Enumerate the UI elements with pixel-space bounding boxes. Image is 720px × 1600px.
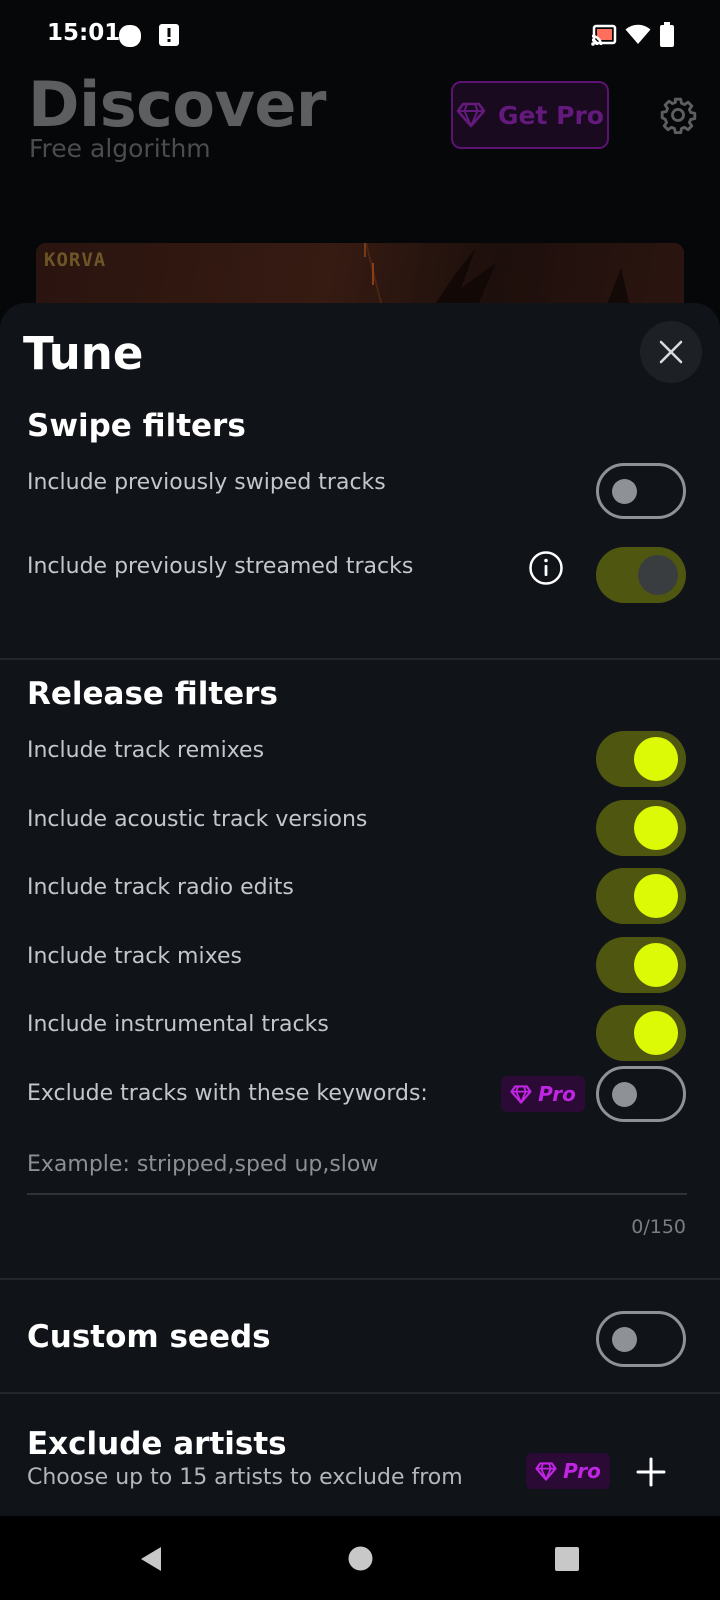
diamond-icon: [456, 102, 486, 128]
streamed-tracks-toggle[interactable]: [596, 547, 686, 603]
keywords-toggle[interactable]: [596, 1066, 686, 1122]
tune-sheet: Tune Swipe filters Include previously sw…: [0, 303, 720, 1517]
pro-badge: Pro: [526, 1453, 610, 1489]
instrumental-toggle[interactable]: [596, 1005, 686, 1061]
page-title: Discover: [28, 68, 327, 141]
radio-edits-label: Include track radio edits: [27, 875, 294, 900]
remixes-label: Include track remixes: [27, 738, 265, 763]
acoustic-toggle[interactable]: [596, 800, 686, 856]
keywords-input[interactable]: [27, 1135, 687, 1195]
info-icon[interactable]: [528, 550, 564, 586]
char-counter: 0/150: [631, 1216, 686, 1238]
exclude-artists-description: Choose up to 15 artists to exclude from: [27, 1465, 463, 1490]
exclude-artists-title: Exclude artists: [27, 1426, 287, 1462]
section-divider: [0, 1278, 720, 1280]
acoustic-label: Include acoustic track versions: [27, 807, 368, 832]
status-bar: 15:01: [0, 0, 720, 70]
pro-badge-label: Pro: [563, 1459, 601, 1483]
instrumental-label: Include instrumental tracks: [27, 1012, 329, 1037]
diamond-icon: [535, 1461, 557, 1481]
swiped-tracks-toggle[interactable]: [596, 463, 686, 519]
swipe-filters-title: Swipe filters: [27, 408, 246, 444]
close-button[interactable]: [640, 321, 702, 383]
screen: 15:01 Discover Free algorithm Get Pro KO…: [0, 0, 720, 1600]
back-icon[interactable]: [136, 1544, 166, 1574]
status-time: 15:01: [47, 20, 121, 46]
toggle-knob: [638, 555, 678, 595]
pro-badge: Pro: [501, 1076, 585, 1112]
custom-seeds-title: Custom seeds: [27, 1319, 271, 1355]
pro-badge-label: Pro: [538, 1082, 576, 1106]
add-icon[interactable]: [634, 1455, 668, 1489]
home-icon[interactable]: [347, 1545, 374, 1572]
custom-seeds-toggle[interactable]: [596, 1311, 686, 1367]
recents-icon[interactable]: [554, 1546, 580, 1572]
section-divider: [0, 1392, 720, 1394]
battery-icon: [660, 22, 674, 47]
diamond-icon: [510, 1084, 532, 1104]
release-filters-title: Release filters: [27, 676, 278, 712]
toggle-knob: [612, 1082, 637, 1107]
radio-edits-toggle[interactable]: [596, 868, 686, 924]
gear-icon[interactable]: [659, 96, 697, 134]
swiped-tracks-label: Include previously swiped tracks: [27, 470, 386, 495]
toggle-knob: [634, 806, 678, 850]
keywords-label: Exclude tracks with these keywords:: [27, 1081, 428, 1106]
toggle-knob: [612, 479, 637, 504]
navigation-bar: [0, 1516, 720, 1600]
close-icon: [659, 340, 683, 364]
wifi-icon: [625, 24, 651, 44]
section-divider: [0, 658, 720, 660]
remixes-toggle[interactable]: [596, 731, 686, 787]
get-pro-button[interactable]: Get Pro: [451, 81, 609, 149]
cast-icon: [591, 24, 617, 46]
sheet-title: Tune: [23, 327, 144, 380]
toggle-knob: [634, 1011, 678, 1055]
streamed-tracks-label: Include previously streamed tracks: [27, 554, 414, 579]
mixes-toggle[interactable]: [596, 937, 686, 993]
toggle-knob: [634, 737, 678, 781]
alert-notification-icon: [159, 24, 179, 46]
toggle-knob: [612, 1327, 637, 1352]
toggle-knob: [634, 943, 678, 987]
page-subtitle: Free algorithm: [29, 134, 211, 163]
toggle-knob: [634, 874, 678, 918]
circle-notification-icon: [119, 25, 141, 47]
get-pro-label: Get Pro: [498, 100, 604, 130]
mixes-label: Include track mixes: [27, 944, 242, 969]
